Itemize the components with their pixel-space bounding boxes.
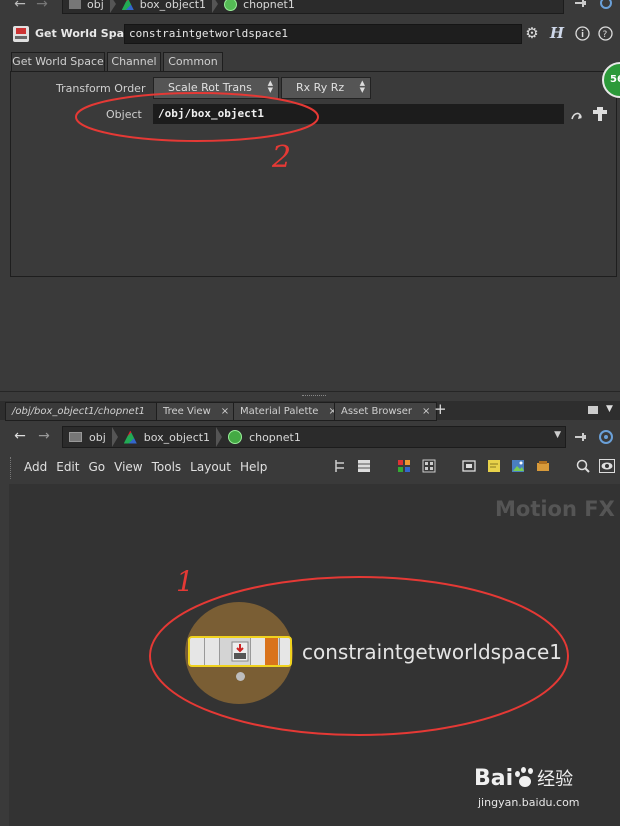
baidu-url: jingyan.baidu.com — [478, 796, 580, 809]
baidu-logo: Bai 经验 — [474, 765, 574, 791]
annotation-ellipse-1 — [149, 576, 569, 736]
paw-icon — [514, 767, 536, 789]
